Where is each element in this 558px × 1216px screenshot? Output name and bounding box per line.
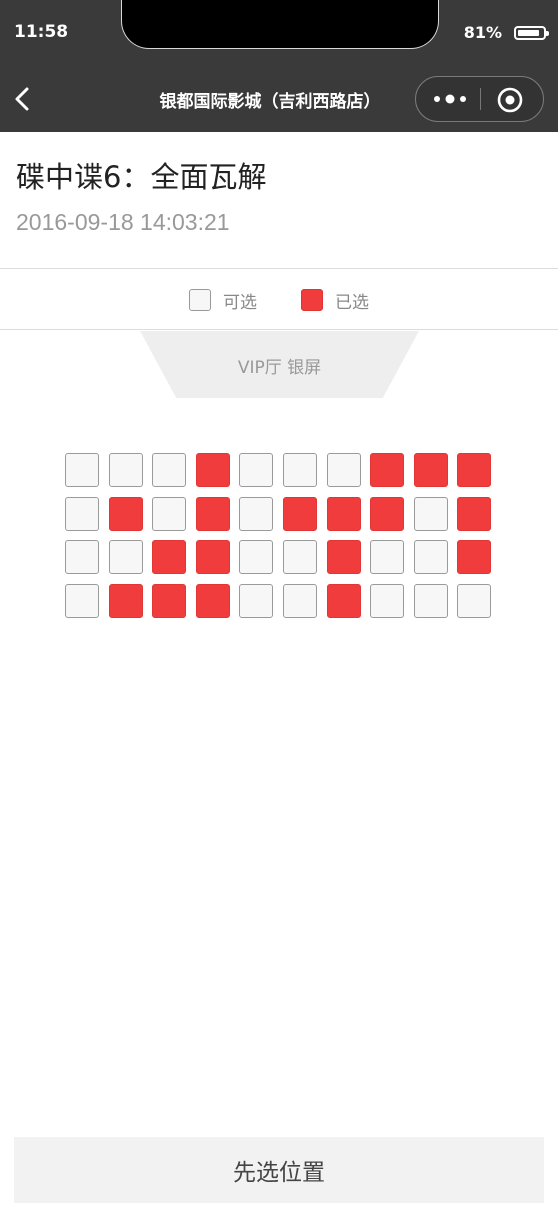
device-notch bbox=[121, 0, 439, 49]
seat-selected[interactable] bbox=[457, 453, 491, 487]
seat-selected[interactable] bbox=[196, 453, 230, 487]
back-arrow-icon[interactable] bbox=[12, 86, 34, 112]
more-dots-icon[interactable] bbox=[430, 88, 470, 110]
seat-available[interactable] bbox=[152, 453, 186, 487]
legend-available: 可选 bbox=[189, 287, 257, 313]
seat-available[interactable] bbox=[414, 583, 448, 618]
showtime: 2016-09-18 14:03:21 bbox=[16, 209, 230, 235]
seat-selected[interactable] bbox=[283, 496, 317, 531]
seat-selected[interactable] bbox=[152, 540, 186, 574]
battery-fill bbox=[518, 30, 539, 36]
seat-selected[interactable] bbox=[152, 583, 186, 618]
legend-available-label: 可选 bbox=[223, 292, 257, 313]
seat-selected[interactable] bbox=[457, 540, 491, 574]
movie-title: 碟中谍6：全面瓦解 bbox=[16, 160, 267, 194]
legend-selected: 已选 bbox=[301, 287, 369, 313]
nav-bar: 银都国际影城（吉利西路店） bbox=[0, 66, 558, 132]
seat-available[interactable] bbox=[239, 540, 273, 574]
seat-available[interactable] bbox=[414, 496, 448, 531]
seat-selected[interactable] bbox=[196, 496, 230, 531]
seat-available[interactable] bbox=[109, 453, 143, 487]
select-seat-button[interactable]: 先选位置 bbox=[14, 1137, 544, 1203]
seat-available[interactable] bbox=[152, 496, 186, 531]
screen-label: VIP厅 银屏 bbox=[237, 358, 322, 378]
seat-selected[interactable] bbox=[370, 453, 404, 487]
seat-available[interactable] bbox=[283, 540, 317, 574]
seat-selected[interactable] bbox=[109, 583, 143, 618]
seat-selected[interactable] bbox=[327, 583, 361, 618]
seat-available[interactable] bbox=[239, 496, 273, 531]
status-bar: 11:58 81% bbox=[0, 0, 558, 66]
seat-selected[interactable] bbox=[196, 540, 230, 574]
capsule-divider bbox=[480, 88, 481, 110]
mini-program-capsule bbox=[415, 76, 544, 122]
target-close-icon[interactable] bbox=[496, 86, 524, 114]
seat-available[interactable] bbox=[370, 540, 404, 574]
seat-legend: 可选 已选 bbox=[0, 268, 558, 330]
seat-available[interactable] bbox=[65, 453, 99, 487]
seat-available[interactable] bbox=[283, 583, 317, 618]
seat-available[interactable] bbox=[414, 540, 448, 574]
seat-selected[interactable] bbox=[327, 540, 361, 574]
seat-available[interactable] bbox=[65, 540, 99, 574]
seat-available[interactable] bbox=[239, 583, 273, 618]
seat-available[interactable] bbox=[457, 583, 491, 618]
seat-selected[interactable] bbox=[370, 496, 404, 531]
seat-selected[interactable] bbox=[414, 453, 448, 487]
available-seat-icon bbox=[189, 289, 211, 311]
seat-available[interactable] bbox=[65, 496, 99, 531]
cinema-name: 银都国际影城（吉利西路店） bbox=[159, 92, 381, 112]
seat-available[interactable] bbox=[65, 583, 99, 618]
selected-seat-icon bbox=[301, 289, 323, 311]
seat-selected[interactable] bbox=[109, 496, 143, 531]
seat-available[interactable] bbox=[239, 453, 273, 487]
seat-selected[interactable] bbox=[327, 496, 361, 531]
battery-icon bbox=[514, 26, 549, 40]
battery-nub bbox=[546, 31, 549, 36]
seat-available[interactable] bbox=[109, 540, 143, 574]
seat-selected[interactable] bbox=[196, 583, 230, 618]
seat-available[interactable] bbox=[327, 453, 361, 487]
seat-available[interactable] bbox=[283, 453, 317, 487]
seat-selected[interactable] bbox=[457, 496, 491, 531]
seat-available[interactable] bbox=[370, 583, 404, 618]
legend-selected-label: 已选 bbox=[335, 292, 369, 313]
battery-percent: 81% bbox=[463, 23, 502, 42]
status-time: 11:58 bbox=[14, 22, 69, 42]
